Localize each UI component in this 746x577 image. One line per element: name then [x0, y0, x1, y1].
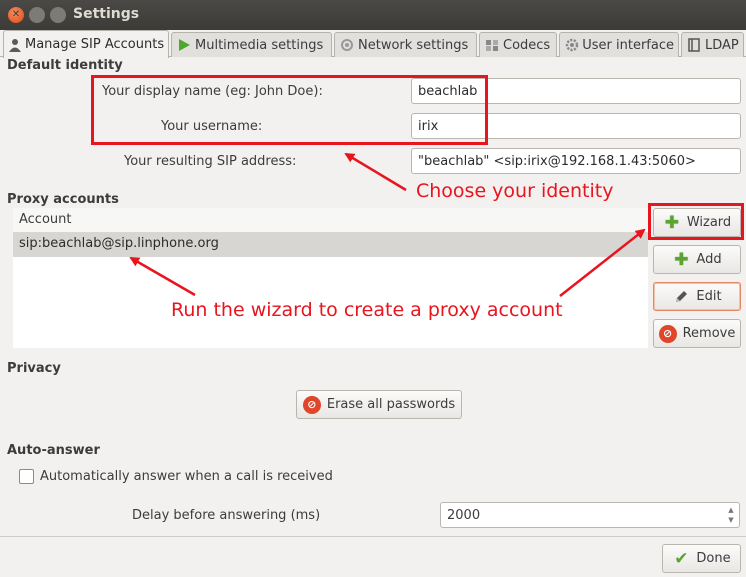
- delay-spinbutton[interactable]: 2000 ▲ ▼: [440, 502, 740, 528]
- tab-bar: Manage SIP Accounts Multimedia settings …: [0, 30, 746, 58]
- auto-answer-heading: Auto-answer: [7, 443, 100, 458]
- checkmark-icon: ✔: [674, 548, 689, 569]
- list-item[interactable]: sip:beachlab@sip.linphone.org: [13, 233, 648, 257]
- erase-all-passwords-button[interactable]: ⊘ Erase all passwords: [296, 390, 462, 419]
- erase-button-label: Erase all passwords: [326, 397, 456, 412]
- codecs-icon: [484, 37, 500, 53]
- window-title: Settings: [73, 6, 140, 22]
- title-bar: ✕ Settings: [0, 0, 746, 30]
- tab-multimedia-settings[interactable]: Multimedia settings: [171, 32, 332, 57]
- add-button[interactable]: ✚ Add: [653, 245, 741, 274]
- user-icon: [8, 37, 22, 53]
- identity-highlight-box: [91, 75, 488, 145]
- proxy-accounts-heading: Proxy accounts: [7, 192, 119, 207]
- identity-annotation: Choose your identity: [416, 180, 614, 202]
- sip-address-label: Your resulting SIP address:: [124, 154, 297, 169]
- privacy-heading: Privacy: [7, 361, 61, 376]
- auto-answer-label[interactable]: Automatically answer when a call is rece…: [40, 469, 333, 484]
- delay-label: Delay before answering (ms): [132, 508, 321, 523]
- remove-button[interactable]: ⊘ Remove: [653, 319, 741, 348]
- remove-icon: ⊘: [658, 324, 677, 343]
- auto-answer-checkbox[interactable]: [19, 469, 34, 484]
- footer-divider: [0, 536, 746, 537]
- done-button-label: Done: [696, 551, 731, 566]
- wizard-highlight-box: [648, 203, 744, 240]
- tab-label: User interface: [582, 37, 674, 53]
- remove-button-label: Remove: [682, 326, 736, 341]
- book-icon: [686, 37, 702, 53]
- minimize-window-button[interactable]: [29, 7, 45, 23]
- play-icon: [176, 37, 192, 53]
- delay-value: 2000: [447, 507, 481, 523]
- done-button[interactable]: ✔ Done: [662, 544, 741, 573]
- edit-button[interactable]: Edit: [653, 282, 741, 311]
- plus-icon: ✚: [674, 249, 689, 270]
- tab-label: Multimedia settings: [195, 37, 324, 53]
- pencil-icon: [672, 288, 690, 306]
- spin-arrows[interactable]: ▲ ▼: [725, 505, 737, 525]
- tab-codecs[interactable]: Codecs: [479, 32, 557, 57]
- sip-address-input[interactable]: "beachlab" <sip:irix@192.168.1.43:5060>: [411, 148, 741, 174]
- tab-label: Codecs: [503, 37, 551, 53]
- account-column-header[interactable]: Account: [13, 208, 648, 233]
- default-identity-heading: Default identity: [7, 58, 123, 73]
- arrow-to-identity: [344, 152, 407, 192]
- add-button-label: Add: [696, 252, 722, 267]
- tab-network-settings[interactable]: Network settings: [334, 32, 477, 57]
- tab-user-interface[interactable]: User interface: [559, 32, 679, 57]
- edit-button-label: Edit: [696, 289, 722, 304]
- tab-label: Network settings: [358, 37, 469, 53]
- gear-icon: [564, 37, 579, 53]
- maximize-window-button[interactable]: [50, 7, 66, 23]
- wizard-annotation: Run the wizard to create a proxy account: [171, 299, 563, 321]
- network-icon: [339, 37, 355, 53]
- close-window-button[interactable]: ✕: [8, 7, 24, 23]
- tab-ldap[interactable]: LDAP: [681, 32, 744, 57]
- tab-label: LDAP: [705, 37, 739, 53]
- erase-icon: ⊘: [302, 395, 321, 414]
- proxy-accounts-list[interactable]: Account sip:beachlab@sip.linphone.org: [13, 208, 648, 348]
- tab-label: Manage SIP Accounts: [25, 37, 165, 52]
- tab-manage-sip-accounts[interactable]: Manage SIP Accounts: [3, 30, 169, 58]
